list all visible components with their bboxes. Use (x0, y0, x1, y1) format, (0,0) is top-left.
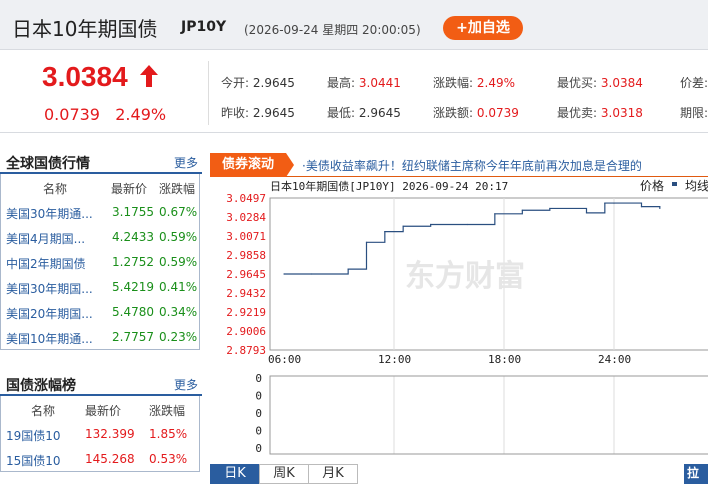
y-tick-label: 3.0284 (226, 211, 266, 224)
price-point (365, 241, 368, 243)
price-chart[interactable]: 日本10年期国债[JP10Y] 2026-09-24 20:17 价格 均线 06:0… (210, 178, 708, 464)
table-row[interactable]: 美国30年期通... 3.1755 0.67% (1, 199, 199, 224)
table-row[interactable]: 中国2年期国债 1.2752 0.59% (1, 249, 199, 274)
period-tabs: 日K 周K 月K 拉长 (210, 464, 708, 484)
bond-gainers-header: 国债涨幅榜 更多 (0, 370, 202, 396)
price-point (466, 223, 468, 226)
legend-average: 均线 (685, 179, 708, 193)
best-bid-field: 最优买: 3.0384 (557, 76, 643, 90)
y-tick-label: 2.9645 (226, 268, 266, 281)
price-point (384, 231, 386, 233)
global-bonds-table: 名称 最新价 涨跌幅 美国30年期通... 3.1755 0.67% 美国4月期国.… (0, 174, 200, 350)
up-arrow-icon (140, 65, 158, 87)
price-point (613, 202, 615, 204)
y-tick-label: 2.9432 (226, 287, 266, 300)
price-point (585, 212, 588, 214)
table-row[interactable]: 美国30年期国... 5.4219 0.41% (1, 274, 199, 299)
table-header-row: 名称 最新价 涨跌幅 (31, 404, 186, 418)
news-tag: 债券滚动 (210, 153, 286, 177)
price-point (549, 207, 551, 210)
x-tick-label: 24:00 (598, 353, 631, 366)
y-tick-label: 3.0071 (226, 230, 266, 243)
global-bonds-title: 全球国债行情 (6, 156, 90, 172)
change-percent: 2.49% (115, 105, 167, 124)
tag-arrow-icon (286, 153, 294, 177)
volume-y-tick-label: 0 (255, 372, 262, 385)
timestamp: (2026-09-24 星期四 20:00:05) (244, 23, 421, 37)
y-tick-label: 2.9006 (226, 325, 266, 338)
stretch-button[interactable]: 拉长 (684, 464, 708, 484)
x-tick-label: 12:00 (378, 353, 411, 366)
volume-frame (269, 375, 708, 455)
price-change: 0.0739 2.49% (44, 105, 166, 124)
y-tick-label: 3.0497 (226, 192, 266, 205)
news-ticker: 债券滚动 ·美债收益率飙升！纽约联储主席称今年年底前再次加息是合理的 (210, 153, 708, 177)
y-tick-label: 2.9219 (226, 306, 266, 319)
price-point (521, 209, 523, 211)
low-field: 最低: 2.9645 (327, 106, 401, 120)
quote-panel: 3.0384 0.0739 2.49% 今开: 2.9645 最高: 3.044… (0, 51, 708, 133)
legend-price: 价格 (640, 178, 664, 193)
table-row[interactable]: 美国20年期国... 5.4780 0.34% (1, 299, 199, 324)
volume-y-tick-label: 0 (255, 407, 262, 420)
price-point (604, 202, 606, 204)
divider (208, 61, 209, 125)
change-amount-field: 涨跌额: 0.0739 (433, 106, 519, 120)
bond-gainers-panel: 国债涨幅榜 更多 名称 最新价 涨跌幅 19国债10 132.399 1.85% 1… (0, 370, 202, 472)
x-tick-label: 06:00 (268, 353, 301, 366)
price-point (347, 268, 349, 270)
legend-price-swatch (672, 182, 677, 186)
page-title: 日本10年期国债 (12, 17, 158, 41)
table-row[interactable]: 15国债10 145.268 0.53% (1, 446, 199, 471)
price-point (283, 273, 285, 275)
x-tick-label: 18:00 (488, 353, 521, 366)
watermark-text: 东方财富 (405, 259, 525, 294)
global-bonds-header: 全球国债行情 更多 (0, 148, 202, 174)
tab-monthly[interactable]: 月K (308, 464, 358, 484)
table-row[interactable]: 美国4月期国... 4.2433 0.59% (1, 224, 199, 249)
table-header-row: 名称 最新价 涨跌幅 (43, 182, 196, 196)
spread-field: 价差: (680, 76, 708, 90)
current-price: 3.0384 (42, 61, 128, 92)
news-headline-link[interactable]: ·美债收益率飙升！纽约联储主席称今年年底前再次加息是合理的 (302, 157, 642, 174)
best-ask-field: 最优卖: 3.0318 (557, 106, 643, 120)
term-field: 期限: (680, 106, 708, 120)
tab-weekly[interactable]: 周K (259, 464, 309, 484)
open-field: 今开: 2.9645 (221, 76, 295, 90)
table-row[interactable]: 美国10年期通... 2.7757 0.23% (1, 324, 199, 349)
tab-daily[interactable]: 日K (210, 464, 260, 484)
price-point (310, 273, 313, 275)
add-watchlist-button[interactable]: +加自选 (443, 16, 523, 40)
bond-gainers-title: 国债涨幅榜 (6, 378, 76, 394)
change-value: 0.0739 (44, 105, 100, 124)
page-header: 日本10年期国债 JP10Y (2026-09-24 星期四 20:00:05)… (0, 0, 708, 50)
global-bonds-more-link[interactable]: 更多 (174, 154, 198, 171)
volume-y-tick-label: 0 (255, 390, 262, 403)
change-pct-field: 涨跌幅: 2.49% (433, 76, 515, 90)
bond-gainers-table: 名称 最新价 涨跌幅 19国债10 132.399 1.85% 15国债10 145.… (0, 396, 200, 472)
price-point (640, 206, 643, 208)
volume-y-tick-label: 0 (255, 442, 262, 455)
bond-code: JP10Y (181, 19, 227, 35)
price-point (494, 213, 496, 215)
price-chart-svg: 日本10年期国债[JP10Y] 2026-09-24 20:17 价格 均线 06:0… (226, 178, 708, 455)
chart-title: 日本10年期国债[JP10Y] 2026-09-24 20:17 (270, 179, 508, 193)
y-tick-label: 2.9858 (226, 249, 266, 262)
prev-close-field: 昨收: 2.9645 (221, 106, 295, 120)
global-bonds-panel: 全球国债行情 更多 名称 最新价 涨跌幅 美国30年期通... 3.1755 0.6… (0, 148, 202, 350)
table-row[interactable]: 19国债10 132.399 1.85% (1, 421, 199, 446)
price-point (430, 223, 432, 226)
bond-gainers-more-link[interactable]: 更多 (174, 376, 198, 393)
high-field: 最高: 3.0441 (327, 76, 401, 90)
y-tick-label: 2.8793 (226, 344, 266, 357)
price-point (659, 207, 661, 210)
volume-y-tick-label: 0 (255, 425, 262, 438)
price-point (402, 225, 404, 227)
